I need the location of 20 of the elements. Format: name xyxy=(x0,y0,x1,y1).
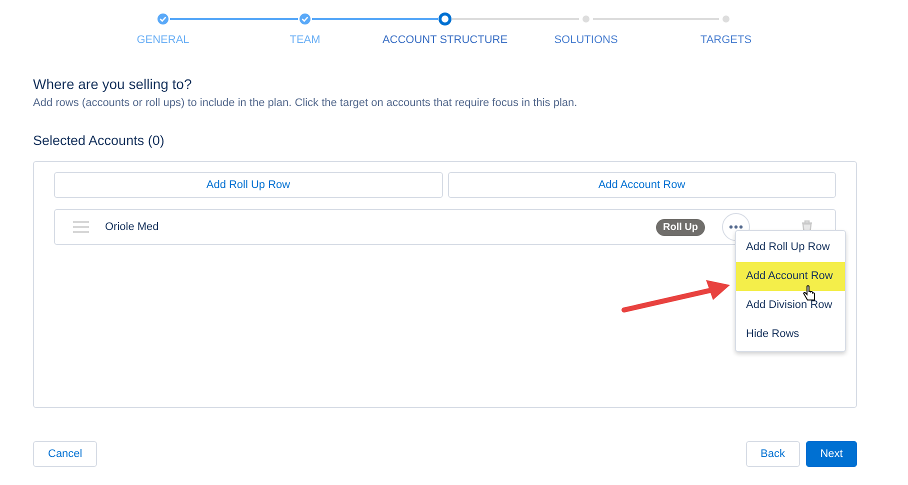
menu-item[interactable]: Add Account Row xyxy=(736,262,845,291)
step-label[interactable]: SOLUTIONS xyxy=(554,34,618,46)
selected-accounts-title: Selected Accounts (0) xyxy=(33,133,166,148)
menu-item[interactable]: Add Division Row xyxy=(736,291,845,320)
cancel-button[interactable]: Cancel xyxy=(33,441,98,467)
back-button[interactable]: Back xyxy=(746,441,800,467)
section-description: Add rows (accounts or roll ups) to include in the plan. Click the target on accounts that require focus in this plan. xyxy=(33,97,578,109)
menu-item[interactable]: Hide Rows xyxy=(736,320,845,349)
next-button[interactable]: Next xyxy=(806,441,857,467)
add-row-button[interactable]: Add Roll Up Row xyxy=(54,172,442,198)
drag-handle-icon[interactable] xyxy=(73,221,89,233)
step-label[interactable]: TARGETS xyxy=(700,34,752,46)
step-label[interactable]: ACCOUNT STRUCTURE xyxy=(382,34,508,46)
more-icon xyxy=(729,225,743,229)
menu-item[interactable]: Add Roll Up Row xyxy=(736,233,845,262)
section-heading: Where are you selling to? xyxy=(33,76,193,92)
roll-up-badge: Roll Up xyxy=(656,218,705,236)
hand-cursor-icon xyxy=(803,285,816,302)
account-name: Oriole Med xyxy=(105,221,160,233)
add-row-button[interactable]: Add Account Row xyxy=(448,172,836,198)
